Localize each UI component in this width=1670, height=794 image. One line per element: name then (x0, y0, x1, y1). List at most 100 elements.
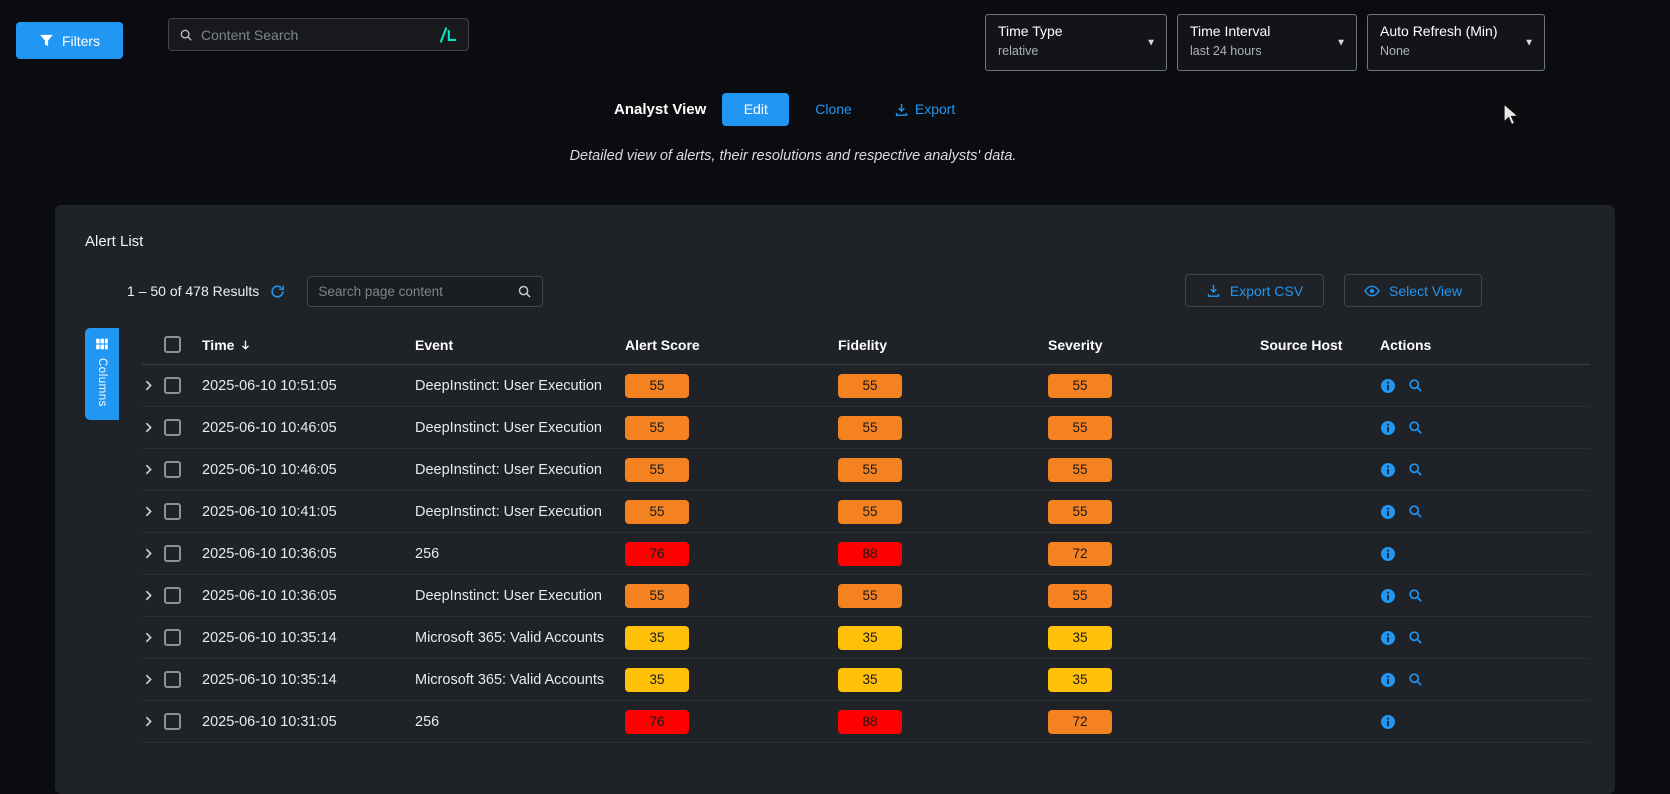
auto-refresh-dropdown[interactable]: Auto Refresh (Min) None ▼ (1367, 14, 1545, 71)
expand-row-icon[interactable] (142, 631, 155, 644)
row-checkbox[interactable] (164, 671, 181, 688)
search-action-icon[interactable] (1408, 378, 1423, 393)
severity-badge: 55 (1048, 458, 1112, 482)
expand-row-icon[interactable] (142, 589, 155, 602)
edit-button-label: Edit (744, 101, 768, 117)
table-header-row: Time Event Alert Score Fidelity Severity… (142, 325, 1590, 365)
severity-badge: 55 (1048, 584, 1112, 608)
columns-tab[interactable]: Columns (85, 328, 119, 420)
column-header-fidelity[interactable]: Fidelity (838, 337, 887, 353)
filter-funnel-icon (39, 33, 54, 48)
row-checkbox[interactable] (164, 587, 181, 604)
expand-row-icon[interactable] (142, 379, 155, 392)
expand-row-icon[interactable] (142, 715, 155, 728)
refresh-icon[interactable] (270, 284, 285, 299)
results-summary: 1 – 50 of 478 Results (127, 283, 259, 299)
search-action-icon[interactable] (1408, 588, 1423, 603)
row-event: 256 (415, 714, 439, 730)
info-icon[interactable] (1380, 714, 1396, 730)
row-checkbox[interactable] (164, 503, 181, 520)
row-event: Microsoft 365: Valid Accounts (415, 672, 604, 688)
search-action-icon[interactable] (1408, 462, 1423, 477)
row-checkbox[interactable] (164, 461, 181, 478)
table-row: 2025-06-10 10:36:05 256 76 88 72 (142, 533, 1590, 575)
expand-row-icon[interactable] (142, 421, 155, 434)
view-description: Detailed view of alerts, their resolutio… (0, 148, 1586, 164)
table-row: 2025-06-10 10:36:05 DeepInstinct: User E… (142, 575, 1590, 617)
columns-tab-label: Columns (96, 358, 108, 407)
column-header-severity[interactable]: Severity (1048, 337, 1102, 353)
alert-score-badge: 76 (625, 542, 689, 566)
select-view-button[interactable]: Select View (1344, 274, 1482, 307)
info-icon[interactable] (1380, 462, 1396, 478)
filters-button-label: Filters (62, 33, 100, 49)
alert-score-badge: 76 (625, 710, 689, 734)
severity-badge: 72 (1048, 710, 1112, 734)
alert-list-panel: Alert List 1 – 50 of 478 Results Export … (55, 205, 1615, 794)
info-icon[interactable] (1380, 588, 1396, 604)
auto-refresh-label: Auto Refresh (Min) (1380, 23, 1516, 39)
alert-score-badge: 55 (625, 584, 689, 608)
row-checkbox[interactable] (164, 629, 181, 646)
row-time: 2025-06-10 10:51:05 (202, 378, 337, 394)
info-icon[interactable] (1380, 630, 1396, 646)
expand-row-icon[interactable] (142, 673, 155, 686)
fidelity-badge: 35 (838, 668, 902, 692)
page-search-input[interactable] (318, 284, 509, 299)
download-icon (894, 102, 909, 117)
time-type-dropdown[interactable]: Time Type relative ▼ (985, 14, 1167, 71)
search-action-icon[interactable] (1408, 672, 1423, 687)
severity-badge: 55 (1048, 416, 1112, 440)
column-header-source-host[interactable]: Source Host (1260, 337, 1342, 353)
column-header-alert-score[interactable]: Alert Score (625, 337, 700, 353)
info-icon[interactable] (1380, 546, 1396, 562)
chevron-down-icon: ▼ (1524, 37, 1534, 48)
select-view-label: Select View (1389, 283, 1462, 299)
column-header-time[interactable]: Time (202, 337, 252, 353)
row-checkbox[interactable] (164, 377, 181, 394)
edit-button[interactable]: Edit (722, 93, 789, 126)
fidelity-badge: 55 (838, 458, 902, 482)
clone-button[interactable]: Clone (815, 101, 852, 117)
table-row: 2025-06-10 10:31:05 256 76 88 72 (142, 701, 1590, 743)
table-row: 2025-06-10 10:46:05 DeepInstinct: User E… (142, 449, 1590, 491)
fidelity-badge: 88 (838, 710, 902, 734)
row-event: DeepInstinct: User Execution (415, 420, 602, 436)
info-icon[interactable] (1380, 672, 1396, 688)
filters-button[interactable]: Filters (16, 22, 123, 59)
info-icon[interactable] (1380, 504, 1396, 520)
search-action-icon[interactable] (1408, 420, 1423, 435)
export-button[interactable]: Export (894, 101, 955, 117)
table-row: 2025-06-10 10:46:05 DeepInstinct: User E… (142, 407, 1590, 449)
row-checkbox[interactable] (164, 419, 181, 436)
content-search-input[interactable] (201, 27, 430, 43)
expand-row-icon[interactable] (142, 547, 155, 560)
row-time: 2025-06-10 10:35:14 (202, 672, 337, 688)
fidelity-badge: 55 (838, 416, 902, 440)
row-time: 2025-06-10 10:35:14 (202, 630, 337, 646)
row-checkbox[interactable] (164, 545, 181, 562)
mouse-cursor (1503, 103, 1520, 127)
column-header-event[interactable]: Event (415, 337, 453, 353)
time-interval-dropdown[interactable]: Time Interval last 24 hours ▼ (1177, 14, 1357, 71)
select-all-checkbox[interactable] (164, 336, 181, 353)
fidelity-badge: 35 (838, 626, 902, 650)
info-icon[interactable] (1380, 420, 1396, 436)
info-icon[interactable] (1380, 378, 1396, 394)
time-type-value: relative (998, 44, 1138, 58)
alert-score-badge: 55 (625, 458, 689, 482)
fidelity-badge: 55 (838, 500, 902, 524)
row-checkbox[interactable] (164, 713, 181, 730)
view-bar: Analyst View Edit Clone Export (614, 92, 955, 126)
auto-refresh-value: None (1380, 44, 1516, 58)
alert-score-badge: 35 (625, 668, 689, 692)
table-row: 2025-06-10 10:35:14 Microsoft 365: Valid… (142, 617, 1590, 659)
row-time: 2025-06-10 10:36:05 (202, 546, 337, 562)
severity-badge: 35 (1048, 626, 1112, 650)
export-csv-button[interactable]: Export CSV (1185, 274, 1324, 307)
time-interval-label: Time Interval (1190, 23, 1328, 39)
search-action-icon[interactable] (1408, 630, 1423, 645)
expand-row-icon[interactable] (142, 505, 155, 518)
expand-row-icon[interactable] (142, 463, 155, 476)
search-action-icon[interactable] (1408, 504, 1423, 519)
